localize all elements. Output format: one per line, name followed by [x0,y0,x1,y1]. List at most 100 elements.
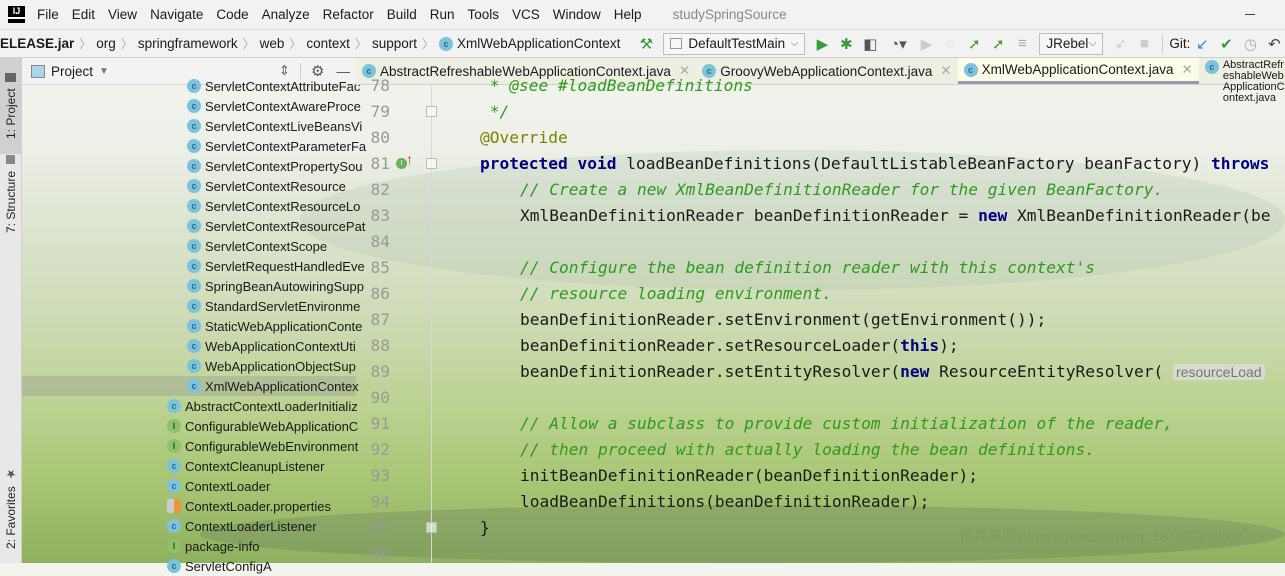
tree-item[interactable]: c ServletContextLiveBeansVi [22,116,362,136]
jrebel-select[interactable]: JRebel ⌵ [1039,32,1104,55]
minimize-button[interactable] [1245,14,1255,15]
code-line[interactable]: beanDefinitionReader.setEnvironment(getE… [520,307,1046,333]
history-icon[interactable]: ◷ [1238,32,1262,56]
tab-structure[interactable]: 7: Structure [0,154,22,234]
chevron-down-icon[interactable]: ▼ [99,66,109,77]
code-line[interactable]: loadBeanDefinitions(beanDefinitionReader… [520,489,929,515]
crumb-context[interactable]: context [306,36,350,51]
code-line[interactable]: XmlBeanDefinitionReader beanDefinitionRe… [520,203,1270,229]
git-commit-icon[interactable]: ✔ [1214,32,1238,56]
code-line[interactable]: protected void loadBeanDefinitions(Defau… [480,151,1269,177]
tree-item[interactable]: Ipackage-info [22,536,356,556]
tree-item[interactable]: c ContextLoader [22,476,356,496]
menu-analyze[interactable]: Analyze [262,7,310,22]
crumb-web[interactable]: web [260,36,285,51]
code-line[interactable]: beanDefinitionReader.setResourceLoader(t… [520,333,959,359]
code-line[interactable]: // resource loading environment. [520,281,832,307]
code-line[interactable]: beanDefinitionReader.setEntityResolver(n… [520,359,1265,385]
menu-run[interactable]: Run [430,7,455,22]
line-number: 96 [370,544,391,563]
tree-item[interactable]: c ServletContextParameterFa [22,136,366,156]
crumb-springframework[interactable]: springframework [138,36,238,51]
menu-file[interactable]: File [37,7,59,22]
crumb-jar[interactable]: ELEASE.jar [0,36,74,51]
line-number: 91 [370,414,391,433]
class-icon: c [187,159,201,173]
menu-view[interactable]: View [108,7,137,22]
code-line[interactable]: * @see #loadBeanDefinitions [480,73,753,99]
tree-item[interactable]: c ContextCleanupListener [22,456,356,476]
build-hammer-icon[interactable]: ⚒ [634,32,658,56]
fold-marker[interactable] [426,106,437,117]
code-line[interactable]: // then proceed with actually loading th… [520,437,1095,463]
menu-build[interactable]: Build [387,7,417,22]
tab-project[interactable]: 1: Project [0,58,22,154]
crumb-class[interactable]: XmlWebApplicationContext [457,36,620,51]
profile-icon[interactable]: ◔▾ [882,32,914,56]
override-arrow-icon[interactable]: ↑ [406,151,413,167]
code-line[interactable]: @Override [480,125,568,151]
tree-item[interactable]: c StaticWebApplicationConte [22,316,362,336]
tree-item[interactable]: c ServletContextPropertySou [22,156,363,176]
tree-item[interactable]: ContextLoader.properties [22,496,356,516]
fold-marker[interactable] [426,158,437,169]
code-token: XmlBeanDefinitionReader(be [1007,206,1271,225]
tree-item[interactable]: c XmlWebApplicationContex [22,376,359,396]
rollback-icon[interactable]: ↶ [1262,32,1285,56]
tree-item[interactable]: c ServletContextResourcePat [22,216,365,236]
tree-item[interactable]: c WebApplicationContextUti [22,336,356,356]
menu-refactor[interactable]: Refactor [323,7,374,22]
jrebel-run-icon[interactable]: ➚ [962,32,986,56]
tree-item[interactable]: c WebApplicationObjectSup [22,356,356,376]
step-icon[interactable]: ≡ [1010,32,1034,56]
code-line[interactable]: initBeanDefinitionReader(beanDefinitionR… [520,463,978,489]
coverage-icon[interactable]: ◧ [858,32,882,56]
close-tab-icon[interactable]: ✕ [1182,62,1193,78]
tab-favorites[interactable]: 2: Favorites ★ [0,458,22,558]
tree-item-label: ContextLoaderListener [185,518,317,534]
jrebel-debug-icon[interactable]: ➚ [986,32,1010,56]
tree-item[interactable]: I ConfigurableWebEnvironment [22,436,358,456]
tree-item[interactable]: c ServletContextResourceLo [22,196,360,216]
code-line[interactable]: */ [480,99,510,125]
menu-window[interactable]: Window [553,7,601,22]
tree-item[interactable]: c StandardServletEnvironme [22,296,360,316]
menu-help[interactable]: Help [614,7,642,22]
code-editor[interactable]: I ↑ 78 * @see #loadBeanDefinitions 79 */8… [356,76,1285,563]
menu-code[interactable]: Code [216,7,248,22]
debug-icon[interactable]: ✱ [834,32,858,56]
tree-item[interactable]: I ConfigurableWebApplicationC [22,416,358,436]
tree-item-label: ServletContextParameterFa [205,138,367,154]
menu-vcs[interactable]: VCS [512,7,540,22]
code-line[interactable]: // Create a new XmlBeanDefinitionReader … [520,177,1163,203]
class-icon: c [187,219,201,233]
run-config-select[interactable]: DefaultTestMain ⌵ [663,32,806,55]
menu-navigate[interactable]: Navigate [150,7,203,22]
fold-marker[interactable] [426,522,437,533]
crumb-support[interactable]: support [372,36,417,51]
tree-item[interactable]: c ContextLoaderListener [22,516,356,536]
tree-item[interactable]: c ServletContextAttributeFac [22,76,360,96]
menu-tools[interactable]: Tools [468,7,500,22]
tree-item[interactable]: c ServletContextResource [22,176,356,196]
tree-item[interactable]: c AbstractContextLoaderInitializ [22,396,358,416]
tree-item[interactable]: c ServletRequestHandledEve [22,256,365,276]
code-line[interactable]: // Allow a subclass to provide custom in… [520,411,1173,437]
tree-item-label: ServletContextResourceLo [205,198,361,214]
crumb-org[interactable]: org [96,36,116,51]
class-icon: c [187,299,201,313]
tree-item[interactable]: c ServletConfigA [22,556,356,576]
tree-item[interactable]: c ServletContextScope [22,236,356,256]
close-tab-icon[interactable]: ✕ [940,63,951,79]
editor-tab[interactable]: c XmlWebApplicationContext.java ✕ [957,58,1199,84]
tree-item[interactable]: c SpringBeanAutowiringSupp [22,276,364,296]
git-update-icon[interactable]: ↙ [1190,32,1214,56]
tree-item[interactable]: c ServletContextAwareProce [22,96,361,116]
code-line[interactable]: } [480,515,490,541]
editor-tab[interactable]: c AbstractRefreshableWebApplicationContex… [1199,58,1285,104]
code-line[interactable]: // Configure the bean definition reader … [520,255,1095,281]
run-icon[interactable]: ▶ [810,32,834,56]
class-icon: c [187,339,201,353]
menu-edit[interactable]: Edit [72,7,95,22]
